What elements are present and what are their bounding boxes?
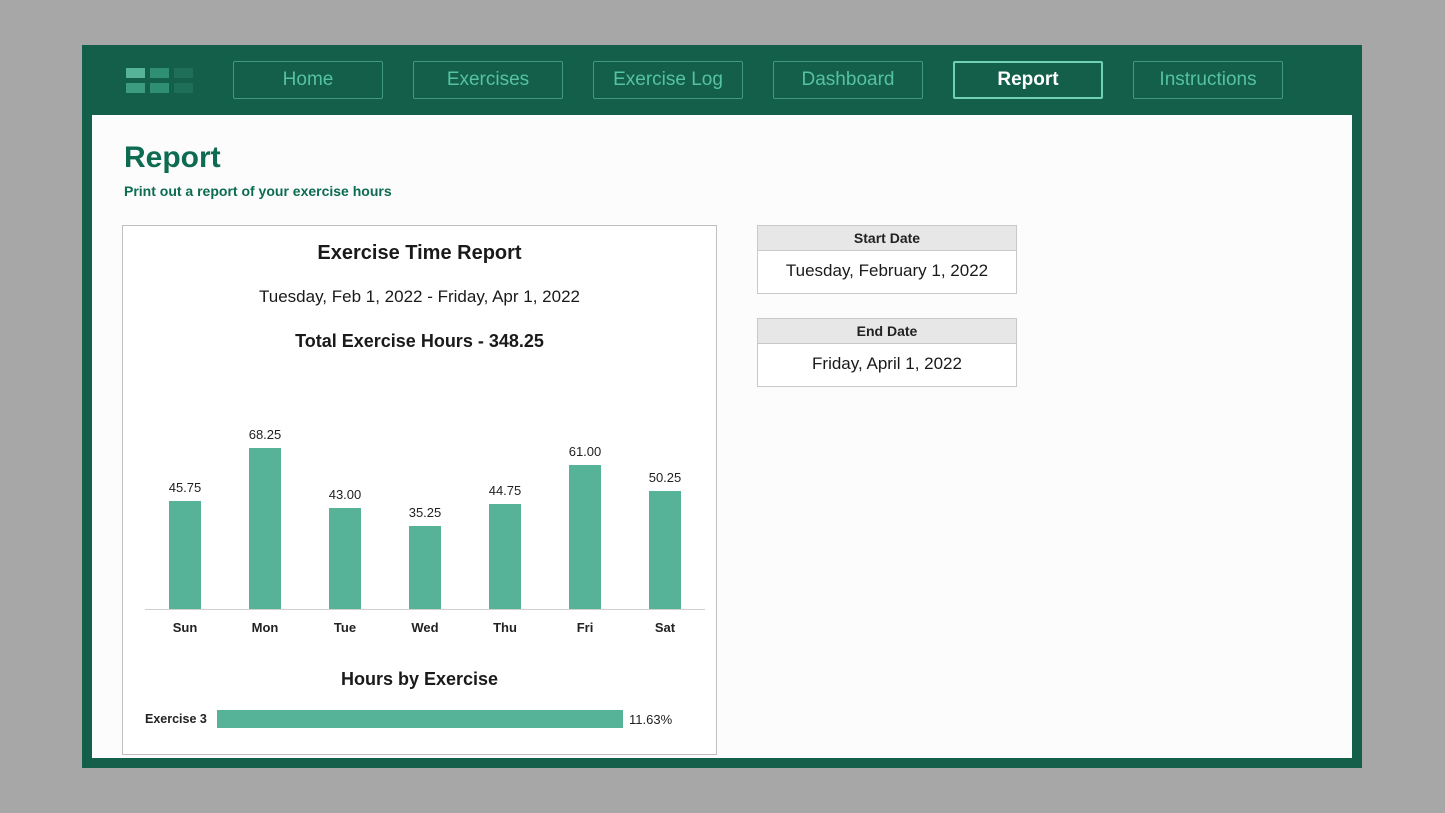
bar-value-label: 45.75 <box>169 480 202 495</box>
bar-column: 43.00 <box>314 487 376 609</box>
bar-rect <box>409 526 441 609</box>
report-panel: Exercise Time Report Tuesday, Feb 1, 202… <box>122 225 717 755</box>
bar-value-label: 35.25 <box>409 505 442 520</box>
bar-x-label: Wed <box>394 620 456 635</box>
nav-tab-report[interactable]: Report <box>953 61 1103 99</box>
start-date-field[interactable]: Start Date Tuesday, February 1, 2022 <box>757 225 1017 294</box>
bar-x-label: Thu <box>474 620 536 635</box>
bar-rect <box>489 504 521 609</box>
bar-column: 50.25 <box>634 470 696 609</box>
nav-tabs: Home Exercises Exercise Log Dashboard Report… <box>233 61 1338 99</box>
bar-value-label: 61.00 <box>569 444 602 459</box>
bar-rect <box>169 501 201 609</box>
start-date-value: Tuesday, February 1, 2022 <box>758 251 1016 293</box>
bar-column: 45.75 <box>154 480 216 609</box>
bar-rect <box>249 448 281 609</box>
app-window: Home Exercises Exercise Log Dashboard Report… <box>82 45 1362 768</box>
side-controls: Start Date Tuesday, February 1, 2022 End… <box>757 225 1017 758</box>
bar-column: 68.25 <box>234 427 296 609</box>
bar-column: 35.25 <box>394 505 456 609</box>
page-title: Report <box>124 141 1352 175</box>
start-date-label: Start Date <box>758 226 1016 251</box>
bar-rect <box>329 508 361 609</box>
bar-value-label: 68.25 <box>249 427 282 442</box>
bar-value-label: 43.00 <box>329 487 362 502</box>
hours-by-exercise-row: Exercise 3 11.63% <box>145 710 694 728</box>
bar-x-label: Tue <box>314 620 376 635</box>
page-subtitle: Print out a report of your exercise hour… <box>124 183 1352 199</box>
header-bar: Home Exercises Exercise Log Dashboard Report… <box>82 45 1362 115</box>
bar-rect <box>569 465 601 609</box>
nav-tab-exercise-log[interactable]: Exercise Log <box>593 61 743 99</box>
bar-x-label: Sat <box>634 620 696 635</box>
app-logo-icon <box>126 68 193 93</box>
content-area: Report Print out a report of your exerci… <box>92 115 1352 758</box>
bar-column: 44.75 <box>474 483 536 609</box>
nav-tab-instructions[interactable]: Instructions <box>1133 61 1283 99</box>
report-date-range: Tuesday, Feb 1, 2022 - Friday, Apr 1, 20… <box>145 287 694 307</box>
hours-by-day-chart: 45.75 68.25 43.00 35.25 44.75 61.00 50.25 <box>145 400 705 610</box>
bar-x-label: Fri <box>554 620 616 635</box>
nav-tab-exercises[interactable]: Exercises <box>413 61 563 99</box>
report-total-hours: Total Exercise Hours - 348.25 <box>145 331 694 352</box>
report-panel-title: Exercise Time Report <box>145 242 694 265</box>
hours-by-day-xaxis: Sun Mon Tue Wed Thu Fri Sat <box>145 620 705 635</box>
hbe-bar <box>217 710 623 728</box>
end-date-value: Friday, April 1, 2022 <box>758 344 1016 386</box>
bar-x-label: Sun <box>154 620 216 635</box>
end-date-label: End Date <box>758 319 1016 344</box>
hbe-label: Exercise 3 <box>145 712 207 726</box>
bar-x-label: Mon <box>234 620 296 635</box>
bar-value-label: 50.25 <box>649 470 682 485</box>
bar-column: 61.00 <box>554 444 616 609</box>
end-date-field[interactable]: End Date Friday, April 1, 2022 <box>757 318 1017 387</box>
hbe-track: 11.63% <box>217 710 687 728</box>
main-row: Exercise Time Report Tuesday, Feb 1, 202… <box>122 225 1322 758</box>
hbe-percent: 11.63% <box>629 710 672 728</box>
bar-rect <box>649 491 681 609</box>
page-header: Report Print out a report of your exerci… <box>92 115 1352 199</box>
nav-tab-home[interactable]: Home <box>233 61 383 99</box>
nav-tab-dashboard[interactable]: Dashboard <box>773 61 923 99</box>
bar-value-label: 44.75 <box>489 483 522 498</box>
hours-by-exercise-title: Hours by Exercise <box>145 669 694 690</box>
